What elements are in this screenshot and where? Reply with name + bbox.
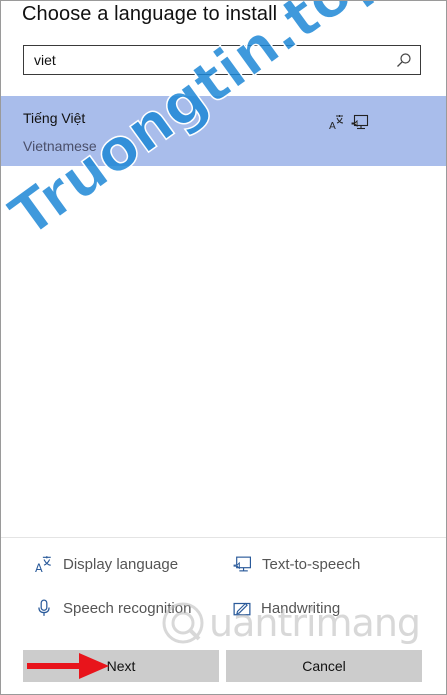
list-item[interactable]: Tiếng Việt Vietnamese A (1, 96, 446, 166)
handwriting-icon (233, 602, 251, 616)
speech-recognition-icon (38, 599, 50, 616)
legend-display-language: A Display language (35, 555, 179, 574)
svg-text:A: A (329, 121, 336, 130)
legend-label: Display language (63, 555, 179, 573)
search-box[interactable] (23, 45, 421, 75)
search-icon[interactable] (396, 52, 412, 68)
page-title: Choose a language to install (22, 3, 278, 25)
language-name: Tiếng Việt (23, 110, 86, 126)
legend-handwriting: Handwriting (233, 599, 340, 617)
text-to-speech-icon (233, 556, 251, 572)
legend-label: Speech recognition (63, 599, 192, 617)
divider (1, 537, 446, 538)
red-arrow-annotation (27, 653, 109, 679)
language-english-name: Vietnamese (23, 138, 97, 154)
display-language-icon: A (35, 556, 51, 573)
legend-speech-recognition: Speech recognition (35, 599, 191, 617)
text-to-speech-icon (351, 114, 369, 130)
legend-label: Text-to-speech (262, 555, 361, 573)
display-language-icon: A (329, 115, 344, 130)
cancel-button[interactable]: Cancel (226, 650, 422, 682)
svg-text:A: A (35, 562, 43, 573)
search-input[interactable] (24, 46, 384, 74)
legend-text-to-speech: Text-to-speech (233, 555, 360, 573)
legend-label: Handwriting (261, 599, 341, 617)
language-features: A (329, 114, 369, 130)
